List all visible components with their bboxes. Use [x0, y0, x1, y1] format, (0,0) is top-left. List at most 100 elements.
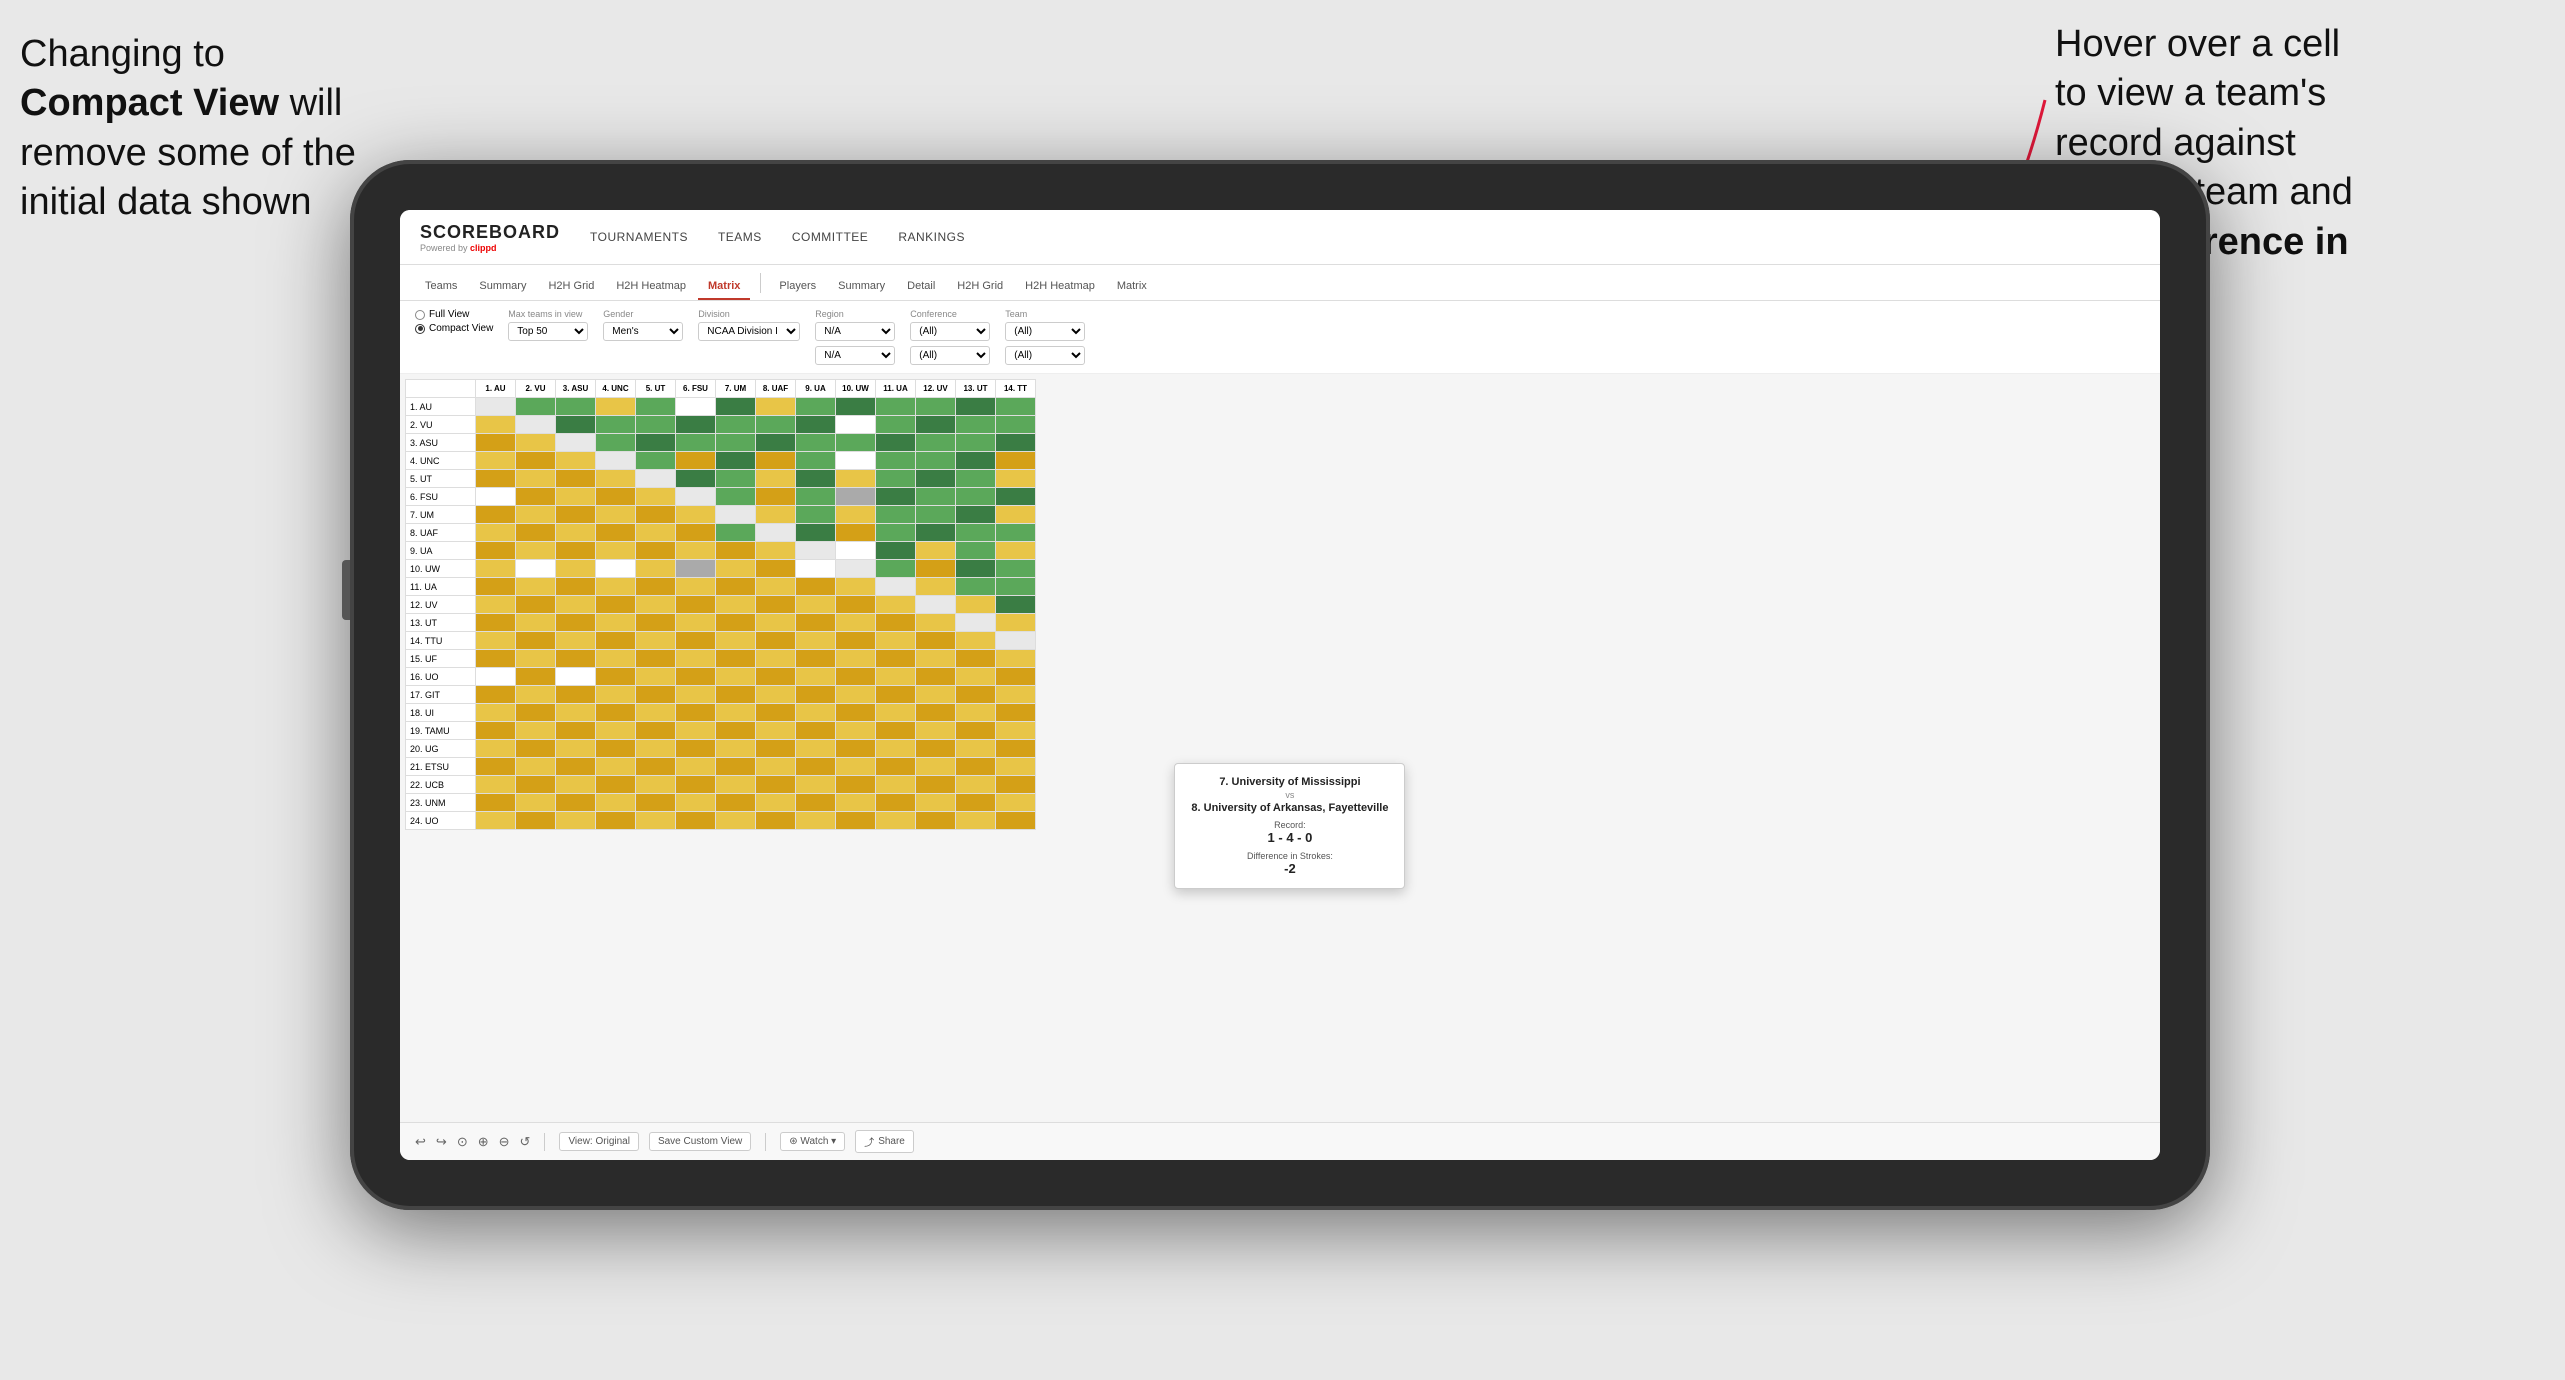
matrix-cell[interactable]	[636, 650, 676, 668]
matrix-cell[interactable]	[956, 578, 996, 596]
matrix-cell[interactable]	[836, 686, 876, 704]
matrix-cell[interactable]	[676, 416, 716, 434]
matrix-cell[interactable]	[716, 596, 756, 614]
matrix-cell[interactable]	[476, 506, 516, 524]
matrix-cell[interactable]	[996, 434, 1036, 452]
nav-teams[interactable]: TEAMS	[718, 226, 762, 248]
zoom-in-icon[interactable]: ⊕	[478, 1134, 489, 1150]
matrix-cell[interactable]	[836, 542, 876, 560]
matrix-cell[interactable]	[516, 452, 556, 470]
matrix-cell[interactable]	[476, 704, 516, 722]
matrix-cell[interactable]	[876, 776, 916, 794]
matrix-cell[interactable]	[596, 488, 636, 506]
matrix-cell[interactable]	[676, 542, 716, 560]
matrix-cell[interactable]	[876, 704, 916, 722]
tab-h2h-grid1[interactable]: H2H Grid	[538, 274, 604, 300]
matrix-cell[interactable]	[996, 524, 1036, 542]
matrix-cell[interactable]	[716, 560, 756, 578]
undo-icon[interactable]: ↩	[415, 1134, 426, 1150]
matrix-cell[interactable]	[836, 776, 876, 794]
matrix-cell[interactable]	[916, 632, 956, 650]
matrix-cell[interactable]	[756, 614, 796, 632]
matrix-cell[interactable]	[996, 668, 1036, 686]
matrix-cell[interactable]	[476, 686, 516, 704]
matrix-cell[interactable]	[476, 578, 516, 596]
matrix-cell[interactable]	[596, 614, 636, 632]
matrix-cell[interactable]	[956, 470, 996, 488]
matrix-cell[interactable]	[916, 704, 956, 722]
matrix-cell[interactable]	[716, 668, 756, 686]
matrix-cell[interactable]	[636, 758, 676, 776]
matrix-cell[interactable]	[476, 524, 516, 542]
matrix-cell[interactable]	[716, 452, 756, 470]
matrix-cell[interactable]	[996, 776, 1036, 794]
matrix-cell[interactable]	[476, 452, 516, 470]
tab-summary1[interactable]: Summary	[469, 274, 536, 300]
matrix-cell[interactable]	[796, 452, 836, 470]
matrix-cell[interactable]	[876, 488, 916, 506]
matrix-cell[interactable]	[956, 650, 996, 668]
matrix-cell[interactable]	[476, 740, 516, 758]
matrix-cell[interactable]	[676, 776, 716, 794]
matrix-cell[interactable]	[836, 722, 876, 740]
matrix-cell[interactable]	[916, 614, 956, 632]
matrix-cell[interactable]	[716, 524, 756, 542]
matrix-cell[interactable]	[596, 776, 636, 794]
matrix-cell[interactable]	[876, 740, 916, 758]
matrix-cell[interactable]	[756, 650, 796, 668]
matrix-cell[interactable]	[636, 542, 676, 560]
matrix-cell[interactable]	[756, 542, 796, 560]
matrix-cell[interactable]	[916, 506, 956, 524]
matrix-cell[interactable]	[556, 794, 596, 812]
matrix-cell[interactable]	[996, 812, 1036, 830]
tab-summary2[interactable]: Summary	[828, 274, 895, 300]
tab-detail[interactable]: Detail	[897, 274, 945, 300]
matrix-cell[interactable]	[476, 812, 516, 830]
matrix-cell[interactable]	[796, 542, 836, 560]
matrix-cell[interactable]	[796, 560, 836, 578]
matrix-cell[interactable]	[556, 398, 596, 416]
matrix-cell[interactable]	[916, 452, 956, 470]
matrix-cell[interactable]	[876, 560, 916, 578]
matrix-cell[interactable]	[516, 650, 556, 668]
matrix-cell[interactable]	[796, 398, 836, 416]
matrix-cell[interactable]	[556, 506, 596, 524]
matrix-cell[interactable]	[836, 758, 876, 776]
matrix-cell[interactable]	[796, 434, 836, 452]
matrix-cell[interactable]	[556, 740, 596, 758]
matrix-cell[interactable]	[836, 614, 876, 632]
matrix-cell[interactable]	[876, 524, 916, 542]
matrix-cell[interactable]	[996, 506, 1036, 524]
filter-team-select1[interactable]: (All)	[1005, 322, 1085, 341]
matrix-cell[interactable]	[956, 632, 996, 650]
matrix-cell[interactable]	[596, 560, 636, 578]
matrix-cell[interactable]	[756, 416, 796, 434]
matrix-cell[interactable]	[836, 506, 876, 524]
matrix-cell[interactable]	[516, 686, 556, 704]
matrix-cell[interactable]	[476, 632, 516, 650]
matrix-cell[interactable]	[556, 416, 596, 434]
matrix-cell[interactable]	[716, 686, 756, 704]
matrix-cell[interactable]	[476, 596, 516, 614]
matrix-cell[interactable]	[716, 506, 756, 524]
matrix-cell[interactable]	[716, 614, 756, 632]
matrix-cell[interactable]	[516, 812, 556, 830]
matrix-cell[interactable]	[916, 668, 956, 686]
matrix-cell[interactable]	[716, 740, 756, 758]
matrix-cell[interactable]	[996, 794, 1036, 812]
matrix-cell[interactable]	[876, 398, 916, 416]
matrix-cell[interactable]	[636, 812, 676, 830]
matrix-cell[interactable]	[796, 524, 836, 542]
matrix-cell[interactable]	[996, 470, 1036, 488]
matrix-cell[interactable]	[836, 596, 876, 614]
matrix-cell[interactable]	[836, 632, 876, 650]
matrix-cell[interactable]	[596, 524, 636, 542]
matrix-cell[interactable]	[956, 542, 996, 560]
matrix-cell[interactable]	[756, 704, 796, 722]
filter-team-select2[interactable]: (All)	[1005, 346, 1085, 365]
matrix-cell[interactable]	[596, 704, 636, 722]
matrix-cell[interactable]	[956, 488, 996, 506]
matrix-cell[interactable]	[916, 740, 956, 758]
matrix-cell[interactable]	[996, 722, 1036, 740]
filter-gender-select[interactable]: Men's	[603, 322, 683, 341]
